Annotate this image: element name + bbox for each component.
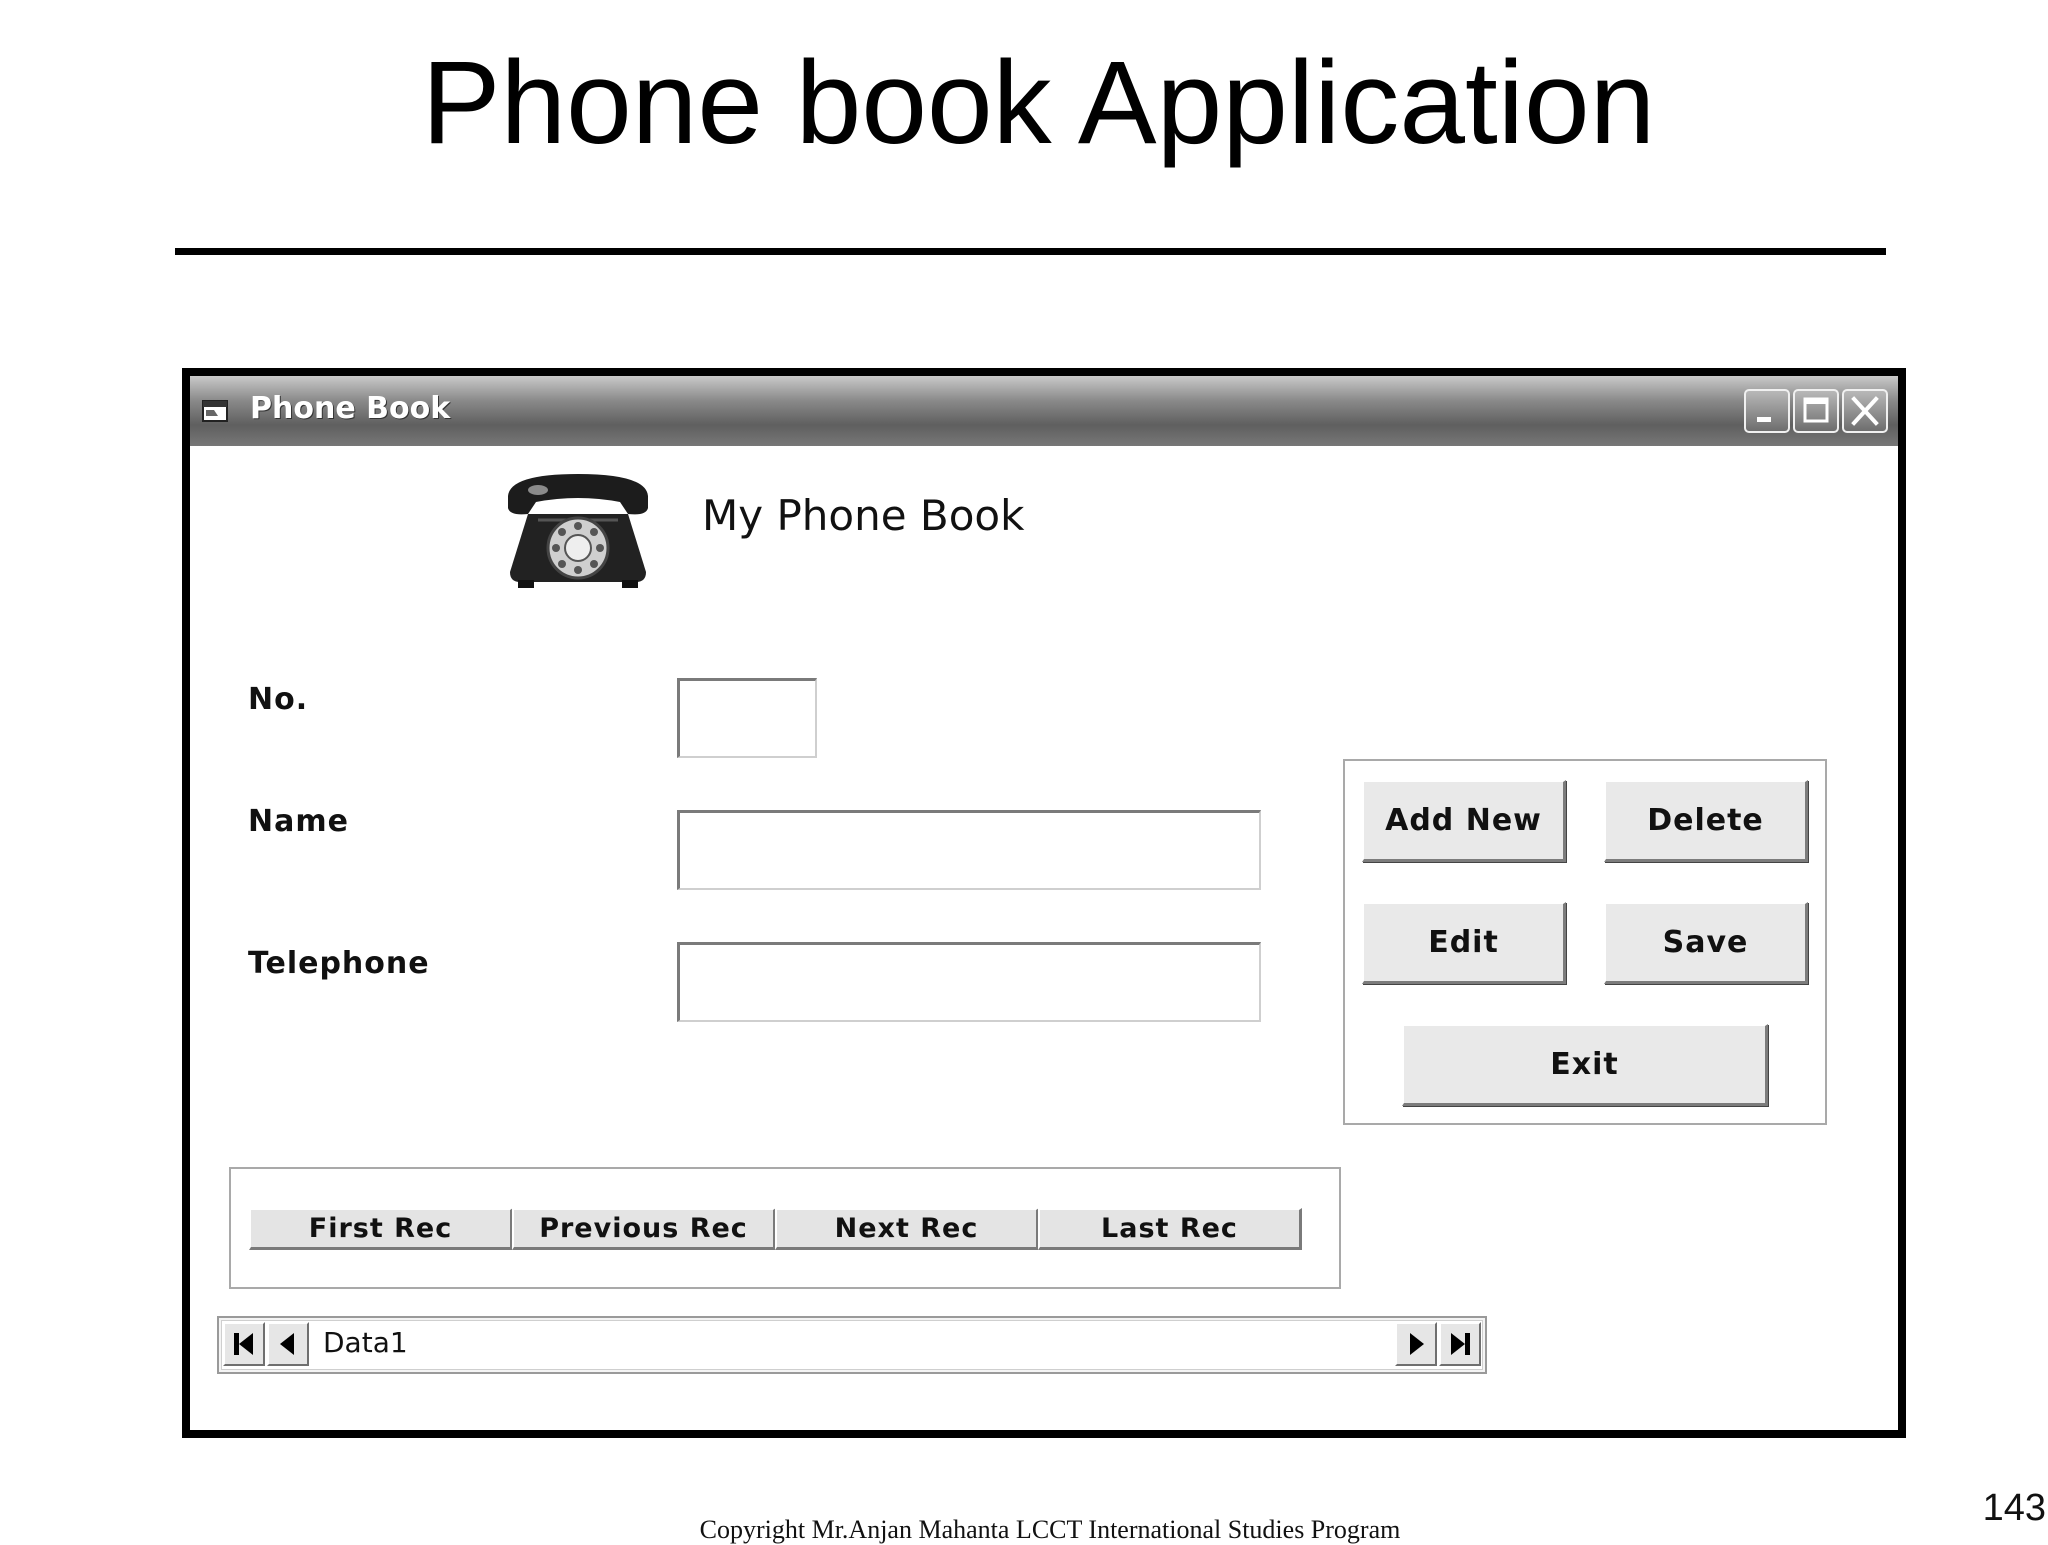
minimize-icon [1757,417,1771,422]
page-number: 143 [1982,1487,2046,1529]
exit-button[interactable]: Exit [1402,1024,1768,1106]
add-new-button[interactable]: Add New [1362,780,1566,862]
no-label: No. [248,682,309,717]
telephone-label: Telephone [248,946,430,981]
first-rec-button[interactable]: First Rec [249,1208,513,1250]
slide-title: Phone book Application [421,37,1656,169]
first-record-icon [234,1333,253,1355]
next-rec-button[interactable]: Next Rec [775,1208,1039,1250]
copyright-footer: Copyright Mr.Anjan Mahanta LCCT Internat… [699,1515,1401,1544]
title-divider [175,248,1886,255]
window-title: Phone Book [250,391,451,426]
minimize-button[interactable] [1744,389,1790,433]
maximize-icon [1803,397,1829,423]
next-record-button[interactable] [1395,1322,1437,1366]
previous-record-button[interactable] [267,1322,309,1366]
next-record-icon [1410,1333,1424,1355]
last-record-icon [1451,1333,1470,1355]
edit-button[interactable]: Edit [1362,902,1566,984]
phone-book-window: Phone Book My Phone Book No. Name Teleph… [182,368,1906,1438]
close-button[interactable] [1842,389,1888,433]
no-field[interactable] [677,678,817,758]
last-rec-button[interactable]: Last Rec [1038,1208,1302,1250]
app-heading: My Phone Book [702,491,1025,540]
delete-button[interactable]: Delete [1604,780,1808,862]
name-label: Name [248,804,349,839]
save-button[interactable]: Save [1604,902,1808,984]
form-icon [202,400,228,422]
data-control-body [221,1320,1483,1370]
telephone-icon [508,474,648,588]
close-icon [1851,396,1879,426]
last-record-button[interactable] [1439,1322,1481,1366]
data-control-caption: Data1 [323,1326,408,1359]
previous-rec-button[interactable]: Previous Rec [512,1208,776,1250]
maximize-button[interactable] [1793,389,1839,433]
window-titlebar[interactable]: Phone Book [190,376,1898,446]
telephone-field[interactable] [677,942,1261,1022]
name-field[interactable] [677,810,1261,890]
data-control: Data1 [217,1316,1487,1374]
previous-record-icon [280,1333,294,1355]
first-record-button[interactable] [223,1322,265,1366]
